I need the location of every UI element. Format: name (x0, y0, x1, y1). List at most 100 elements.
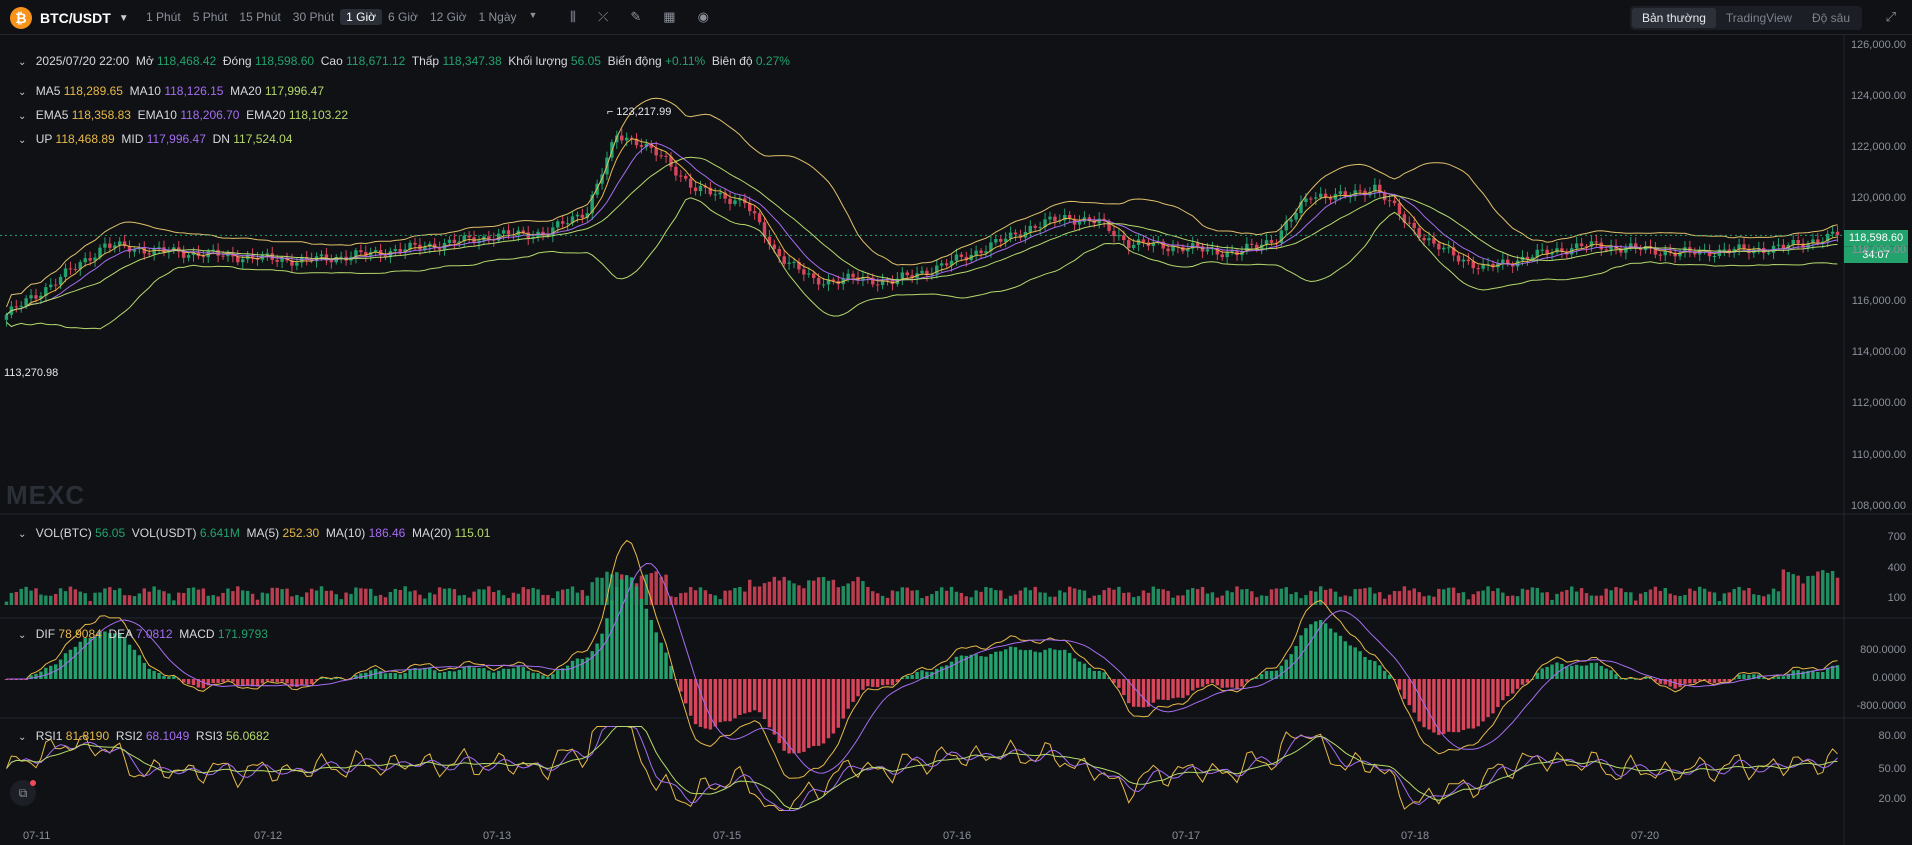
volume-bar (132, 596, 137, 605)
volume-bar (108, 587, 112, 605)
macd-histogram-bar (1722, 679, 1727, 682)
macd-histogram-bar (743, 679, 747, 714)
volume-bar (1230, 592, 1234, 605)
chevron-down-icon[interactable]: ⌄ (18, 57, 26, 68)
macd-histogram-bar (73, 646, 78, 679)
volume-bar (1225, 590, 1229, 605)
macd-histogram-bar (1515, 679, 1520, 689)
macd-histogram-bar (398, 674, 402, 679)
macd-histogram-bar (492, 672, 496, 679)
macd-histogram-bar (935, 668, 939, 679)
volume-bar (1210, 592, 1215, 605)
low-annotation: 113,270.98 (4, 367, 58, 379)
volume-bar (1574, 591, 1579, 605)
volume-bar (103, 588, 107, 605)
volume-bar (1127, 592, 1131, 605)
candle-body (329, 260, 334, 263)
macd-histogram-bar (1816, 671, 1820, 679)
macd-histogram-bar (939, 666, 944, 679)
volume-bar (1717, 601, 1722, 605)
candle-body (624, 137, 629, 141)
volume-bar (747, 579, 752, 605)
time-axis-label: 07-17 (1172, 830, 1201, 842)
chevron-down-icon[interactable]: ⌄ (18, 529, 26, 540)
rsi3-line (6, 726, 1838, 810)
volume-bar (1766, 594, 1771, 605)
volume-axis-label: 100 (1887, 592, 1906, 604)
candle-body (580, 214, 585, 218)
ema-legend: ⌄ EMA5 118,358.83 EMA10 118,206.70 EMA20… (18, 108, 348, 122)
volume-bar (831, 579, 836, 605)
candle-body (1171, 246, 1175, 252)
macd-histogram-bar (984, 656, 988, 679)
macd-histogram-bar (600, 633, 604, 679)
volume-bar (516, 593, 521, 605)
layers-button[interactable]: ⧉ (10, 780, 36, 806)
candle-body (807, 273, 811, 275)
vol-btc-value: 56.05 (95, 526, 126, 540)
volume-bar (684, 592, 688, 605)
candle-body (103, 243, 107, 248)
candle-body (1781, 244, 1786, 249)
volume-bar (659, 576, 663, 605)
macd-histogram-bar (1604, 668, 1608, 679)
chevron-down-icon[interactable]: ⌄ (18, 732, 26, 743)
ma5-label: MA5 (35, 84, 61, 98)
macd-histogram-bar (1156, 679, 1160, 700)
macd-histogram-bar (241, 679, 245, 686)
chevron-down-icon[interactable]: ⌄ (18, 87, 26, 98)
candle-body (674, 166, 678, 176)
volume-bar (1811, 575, 1815, 605)
ma-legend: ⌄ MA5 118,289.65 MA10 118,126.15 MA20 11… (18, 84, 324, 98)
price-chart[interactable]: ⌐ 123,217.99 113,270.98 (0, 0, 1912, 845)
rsi2-value: 68.1049 (145, 729, 190, 743)
macd-histogram-bar (949, 661, 954, 679)
low-label: Thấp (411, 54, 440, 68)
volume-bar (679, 593, 683, 605)
chevron-down-icon[interactable]: ⌄ (18, 630, 26, 641)
macd-histogram-bar (1264, 670, 1269, 679)
ma20-value: 117,996.47 (264, 84, 325, 98)
macd-histogram-bar (826, 679, 831, 739)
volume-bar (1520, 588, 1525, 605)
macd-histogram-bar (708, 679, 713, 730)
time-axis-label: 07-16 (943, 830, 972, 842)
vol-btc-label: VOL(BTC) (35, 526, 92, 540)
change-value: +0.11% (665, 54, 706, 68)
candle-body (1796, 240, 1800, 244)
volume-bar (1087, 598, 1092, 605)
volume-bar (1072, 588, 1077, 605)
candle-body (816, 278, 821, 285)
macd-histogram-bar (1432, 679, 1436, 733)
volume-bar (359, 588, 363, 605)
price-axis-label: 116,000.00 (1851, 294, 1906, 307)
chevron-down-icon[interactable]: ⌄ (18, 135, 26, 146)
volume-bar (846, 583, 850, 605)
candle-body (501, 230, 506, 234)
macd-histogram-bar (275, 679, 279, 683)
macd-histogram-bar (792, 679, 796, 754)
volume-bar (944, 590, 949, 605)
time-axis-label: 07-18 (1401, 830, 1430, 842)
candle-body (639, 145, 644, 147)
macd-histogram-bar (836, 679, 841, 728)
volume-bar (1117, 586, 1121, 605)
volume-bar (1737, 586, 1741, 605)
volume-bar (275, 587, 279, 605)
candle-body (506, 230, 511, 235)
candle-body (53, 284, 58, 286)
volume-bar (1171, 597, 1175, 605)
macd-histogram-bar (851, 679, 855, 702)
candle-body (1053, 216, 1057, 222)
macd-histogram-bar (1574, 664, 1579, 679)
volume-bar (364, 588, 368, 605)
ema20-value: 118,103.22 (288, 108, 349, 122)
volume-bar (511, 592, 516, 605)
volume-bar (1136, 596, 1141, 605)
chevron-down-icon[interactable]: ⌄ (18, 111, 26, 122)
volume-bar (368, 588, 373, 605)
volume-bar (585, 595, 590, 605)
vol-ma10-value: 186.46 (368, 526, 406, 540)
volume-bar (1235, 586, 1239, 605)
volume-bar (1702, 588, 1707, 605)
